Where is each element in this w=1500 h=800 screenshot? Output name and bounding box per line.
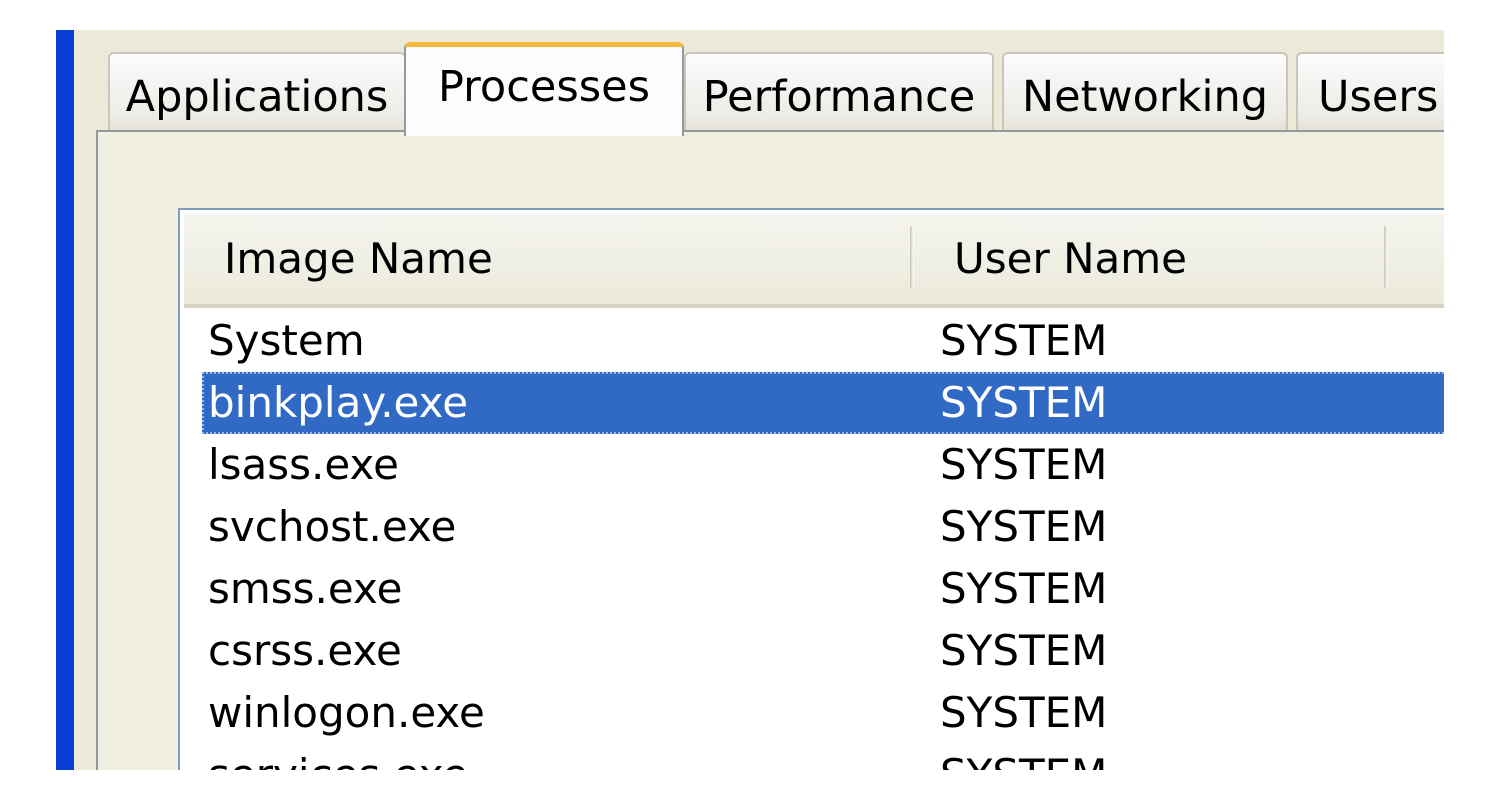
processes-tab-panel: Image Name User Name System SYSTEM binkp… bbox=[96, 130, 1444, 770]
task-manager-dialog: Applications Processes Performance Netwo… bbox=[74, 30, 1444, 770]
user-name-cell: SYSTEM bbox=[940, 626, 1108, 675]
column-header-user-name[interactable]: User Name bbox=[914, 214, 1384, 304]
image-name-cell: csrss.exe bbox=[208, 626, 402, 675]
column-header-image-name[interactable]: Image Name bbox=[184, 214, 910, 304]
user-name-cell: SYSTEM bbox=[940, 378, 1108, 427]
screenshot-stage: Applications Processes Performance Netwo… bbox=[0, 0, 1500, 800]
tab-performance[interactable]: Performance bbox=[684, 52, 994, 132]
tab-networking-label: Networking bbox=[1021, 72, 1269, 122]
image-name-cell: smss.exe bbox=[208, 564, 403, 613]
table-row-selected[interactable]: binkplay.exe SYSTEM bbox=[202, 372, 1444, 434]
table-row[interactable]: svchost.exe SYSTEM bbox=[202, 496, 1444, 558]
tab-applications-label: Applications bbox=[125, 72, 389, 122]
tab-users-label: Users bbox=[1318, 72, 1439, 122]
user-name-cell: SYSTEM bbox=[940, 564, 1108, 613]
process-list[interactable]: Image Name User Name System SYSTEM binkp… bbox=[178, 208, 1444, 770]
tab-networking[interactable]: Networking bbox=[1002, 52, 1288, 132]
window-border bbox=[56, 30, 74, 770]
column-header-user-name-label: User Name bbox=[954, 234, 1187, 283]
tab-applications[interactable]: Applications bbox=[108, 52, 406, 132]
user-name-cell: SYSTEM bbox=[940, 440, 1108, 489]
image-name-cell: lsass.exe bbox=[208, 440, 399, 489]
user-name-cell: SYSTEM bbox=[940, 688, 1108, 737]
table-row[interactable]: services.exe SYSTEM bbox=[202, 744, 1444, 770]
user-name-cell: SYSTEM bbox=[940, 502, 1108, 551]
image-name-cell: winlogon.exe bbox=[208, 688, 485, 737]
image-name-cell: services.exe bbox=[208, 744, 468, 770]
table-row[interactable]: csrss.exe SYSTEM bbox=[202, 620, 1444, 682]
tab-processes[interactable]: Processes bbox=[404, 42, 684, 136]
image-name-cell: System bbox=[208, 316, 365, 365]
column-header-image-name-label: Image Name bbox=[224, 234, 493, 283]
column-resize-handle[interactable] bbox=[1384, 226, 1388, 288]
image-name-cell: svchost.exe bbox=[208, 502, 457, 551]
process-list-header: Image Name User Name bbox=[184, 214, 1444, 308]
table-row[interactable]: smss.exe SYSTEM bbox=[202, 558, 1444, 620]
table-row[interactable]: winlogon.exe SYSTEM bbox=[202, 682, 1444, 744]
image-name-cell: binkplay.exe bbox=[208, 378, 469, 427]
table-row[interactable]: lsass.exe SYSTEM bbox=[202, 434, 1444, 496]
user-name-cell: SYSTEM bbox=[940, 316, 1108, 365]
table-row[interactable]: System SYSTEM bbox=[202, 310, 1444, 372]
tab-processes-label: Processes bbox=[438, 62, 650, 112]
user-name-cell: SYSTEM bbox=[940, 744, 1107, 770]
tab-users[interactable]: Users bbox=[1296, 52, 1444, 132]
tab-performance-label: Performance bbox=[702, 72, 976, 122]
